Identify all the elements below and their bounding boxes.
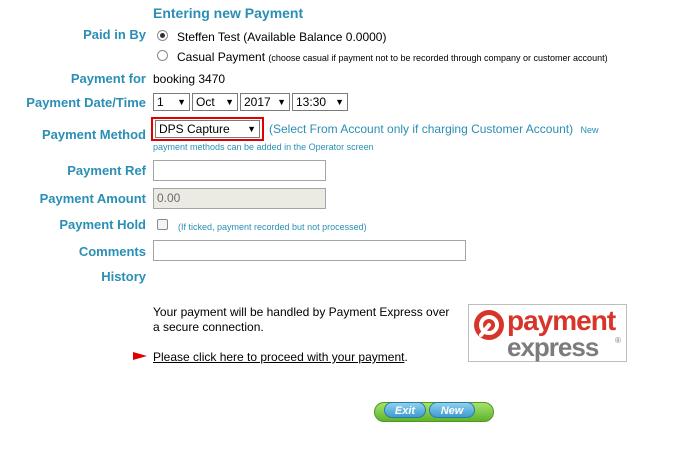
payment-express-logo: payment express ® xyxy=(468,304,627,362)
payment-hold-label: Payment Hold xyxy=(59,217,146,232)
chevron-down-icon: ▼ xyxy=(247,124,256,134)
comments-input[interactable] xyxy=(153,240,466,261)
comments-label: Comments xyxy=(78,244,146,259)
paid-in-by-label: Paid in By xyxy=(83,27,146,42)
payment-method-value: DPS Capture xyxy=(159,122,230,136)
time-select[interactable]: 13:30 ▼ xyxy=(292,93,348,111)
logo-word-express: express xyxy=(507,332,599,362)
payment-method-hint-new: New xyxy=(580,125,599,135)
gateway-text-line1: Your payment will be handled by Payment … xyxy=(153,305,450,319)
paid-by-account-label: Steffen Test (Available Balance 0.0000) xyxy=(177,30,387,44)
payment-method-hint-text: (Select From Account only if charging Cu… xyxy=(269,122,574,136)
exit-button[interactable]: Exit xyxy=(384,402,426,418)
time-value: 13:30 xyxy=(296,95,327,109)
payment-ref-input[interactable] xyxy=(153,160,326,181)
payment-page: { "page": { "heading": "Entering new Pay… xyxy=(0,0,681,461)
year-select[interactable]: 2017 ▼ xyxy=(240,93,290,111)
payment-method-hint-line2: payment methods can be added in the Oper… xyxy=(153,142,374,152)
payment-amount-label: Payment Amount xyxy=(39,191,146,206)
year-value: 2017 xyxy=(244,95,271,109)
paid-by-account-radio[interactable] xyxy=(157,30,168,41)
payment-method-label: Payment Method xyxy=(41,127,146,142)
payment-method-select[interactable]: DPS Capture ▼ xyxy=(155,120,260,138)
arrow-right-icon xyxy=(133,352,147,360)
casual-payment-note: (choose casual if payment not to be reco… xyxy=(268,53,608,63)
proceed-payment-link[interactable]: Please click here to proceed with your p… xyxy=(153,350,404,364)
payment-amount-input[interactable]: 0.00 xyxy=(153,188,326,209)
page-title: Entering new Payment xyxy=(153,5,304,21)
casual-payment-radio[interactable] xyxy=(157,50,168,61)
month-select[interactable]: Oct ▼ xyxy=(192,93,238,111)
day-select[interactable]: 1 ▼ xyxy=(153,93,190,111)
chevron-down-icon: ▼ xyxy=(225,97,234,107)
day-value: 1 xyxy=(157,95,164,109)
payment-for-label: Payment for xyxy=(70,71,146,86)
payment-for-value: booking 3470 xyxy=(153,72,226,86)
proceed-payment-link-wrap: Please click here to proceed with your p… xyxy=(153,350,408,364)
payment-ref-label: Payment Ref xyxy=(67,163,146,178)
chevron-down-icon: ▼ xyxy=(177,97,186,107)
payment-method-hint: (Select From Account only if charging Cu… xyxy=(269,122,599,136)
payment-hold-hint: (If ticked, payment recorded but not pro… xyxy=(178,222,367,232)
payment-datetime-label: Payment Date/Time xyxy=(26,95,146,110)
proceed-payment-link-suffix: . xyxy=(404,350,408,364)
new-button[interactable]: New xyxy=(429,402,475,418)
history-label: History xyxy=(101,269,146,284)
month-value: Oct xyxy=(196,95,215,109)
chevron-down-icon: ▼ xyxy=(277,97,286,107)
payment-hold-checkbox[interactable] xyxy=(157,219,168,230)
casual-payment-text: Casual Payment xyxy=(177,50,266,64)
logo-registered-mark: ® xyxy=(615,336,621,345)
chevron-down-icon: ▼ xyxy=(335,97,344,107)
gateway-text-line2: a secure connection. xyxy=(153,320,264,334)
casual-payment-label: Casual Payment (choose casual if payment… xyxy=(177,50,608,64)
payment-express-mark-icon xyxy=(474,310,504,340)
